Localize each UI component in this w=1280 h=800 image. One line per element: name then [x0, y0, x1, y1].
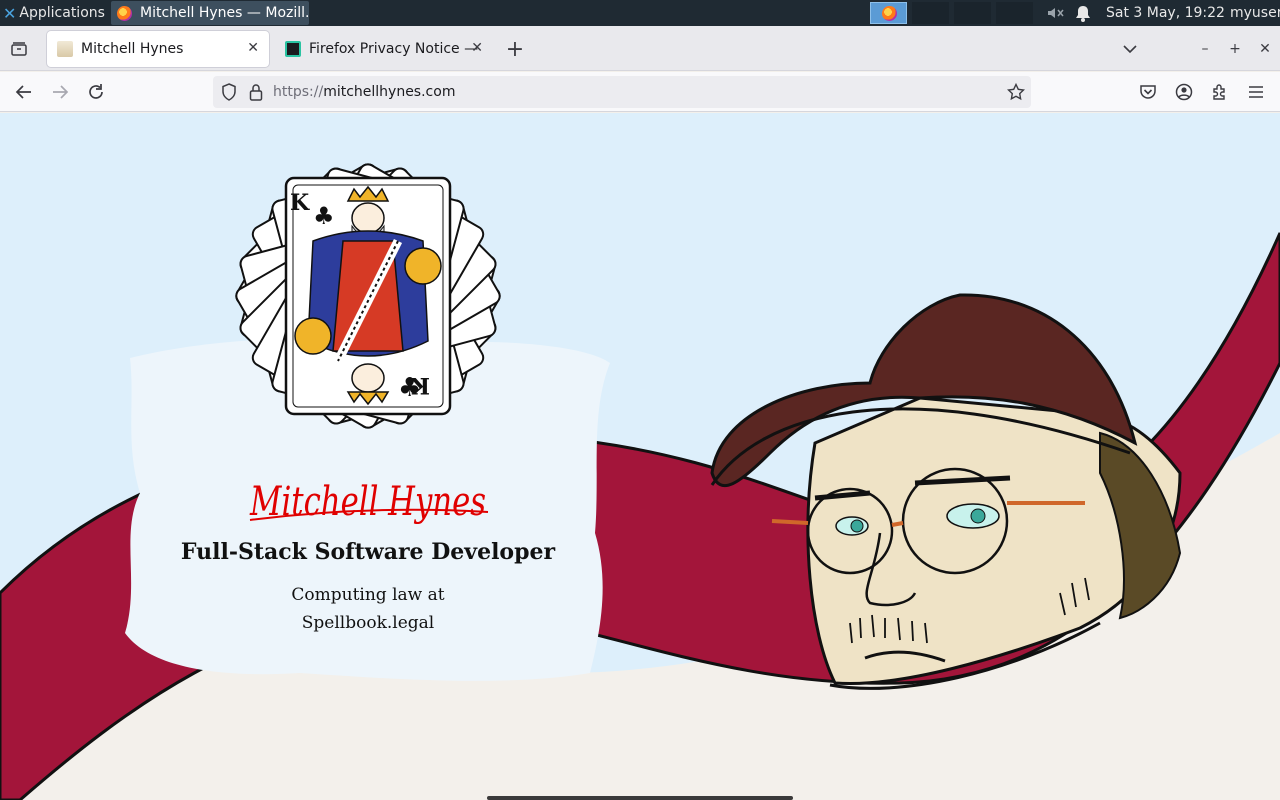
- forward-icon[interactable]: [49, 81, 71, 103]
- pocket-icon[interactable]: [1137, 81, 1159, 103]
- tab-bar: Mitchell Hynes ✕ Firefox Privacy Notice …: [0, 26, 1280, 71]
- svg-text:♣: ♣: [398, 373, 421, 403]
- url-bar[interactable]: https://mitchellhynes.com: [213, 76, 1031, 108]
- back-icon[interactable]: [13, 81, 35, 103]
- user-menu[interactable]: myuser: [1230, 0, 1280, 26]
- svg-text:K: K: [290, 190, 310, 216]
- subtitle-line: Spellbook.legal: [301, 613, 435, 633]
- workspace-1[interactable]: [870, 2, 907, 24]
- lock-icon[interactable]: [249, 83, 263, 101]
- url-text: https://mitchellhynes.com: [273, 84, 455, 100]
- os-top-panel: ✕ Applications ⋮ Mitchell Hynes — Mozill…: [0, 0, 1280, 26]
- tab-mitchell-hynes[interactable]: Mitchell Hynes ✕: [47, 31, 269, 67]
- extensions-icon[interactable]: [1209, 81, 1231, 103]
- workspace-3[interactable]: [954, 2, 991, 24]
- tab-close-icon[interactable]: ✕: [247, 40, 259, 56]
- reload-icon[interactable]: [85, 81, 107, 103]
- bookmark-star-icon[interactable]: [1007, 83, 1025, 101]
- tab-title: Firefox Privacy Notice —: [309, 41, 479, 57]
- subtitle-line: Computing law at: [291, 585, 445, 605]
- workspace-4[interactable]: [996, 2, 1033, 24]
- shield-icon[interactable]: [221, 83, 237, 101]
- tab-overview-icon[interactable]: [8, 38, 30, 60]
- account-icon[interactable]: [1173, 81, 1195, 103]
- tab-close-icon[interactable]: ✕: [471, 40, 483, 56]
- firefox-icon: [117, 5, 132, 21]
- applications-x-icon: ✕: [3, 3, 17, 23]
- url-protocol: https://: [273, 84, 324, 100]
- workspace-2[interactable]: [912, 2, 949, 24]
- scroll-indicator: [487, 796, 793, 800]
- list-all-tabs-icon[interactable]: [1119, 38, 1141, 60]
- url-host: mitchellhynes.com: [323, 84, 456, 100]
- tab-title: Mitchell Hynes: [81, 41, 184, 57]
- firefox-icon: [882, 6, 897, 21]
- volume-muted-icon[interactable]: [1046, 0, 1064, 26]
- applications-menu[interactable]: ✕ Applications ⋮: [0, 0, 122, 26]
- subtitle: Computing law at Spellbook.legal: [218, 581, 518, 637]
- hero-illustration: K ♣ K ♣ Mitchell Hynes: [0, 163, 1280, 800]
- menu-icon[interactable]: [1245, 81, 1267, 103]
- applications-label: Applications: [19, 5, 105, 21]
- new-tab-icon[interactable]: +: [504, 37, 526, 62]
- tab-firefox-privacy-notice[interactable]: Firefox Privacy Notice — ✕: [275, 31, 490, 67]
- taskbar-window-title: Mitchell Hynes — Mozill...: [140, 5, 309, 21]
- clock[interactable]: Sat 3 May, 19:22: [1106, 0, 1225, 26]
- minimize-icon[interactable]: –: [1196, 38, 1214, 60]
- navigation-toolbar: https://mitchellhynes.com: [0, 72, 1280, 112]
- bell-icon[interactable]: [1075, 0, 1091, 26]
- taskbar-firefox-window[interactable]: Mitchell Hynes — Mozill...: [111, 1, 309, 25]
- window-close-icon[interactable]: ✕: [1256, 38, 1274, 60]
- signature-mitchell-hynes: Mitchell Hynes: [249, 479, 486, 525]
- site-favicon: [57, 41, 73, 57]
- maximize-icon[interactable]: +: [1226, 38, 1244, 60]
- web-page: K ♣ K ♣ Mitchell Hynes Full-Stack Softwa…: [0, 113, 1280, 800]
- job-title: Full-Stack Software Developer: [180, 539, 556, 565]
- terminal-favicon: [285, 41, 301, 57]
- svg-text:♣: ♣: [313, 202, 335, 230]
